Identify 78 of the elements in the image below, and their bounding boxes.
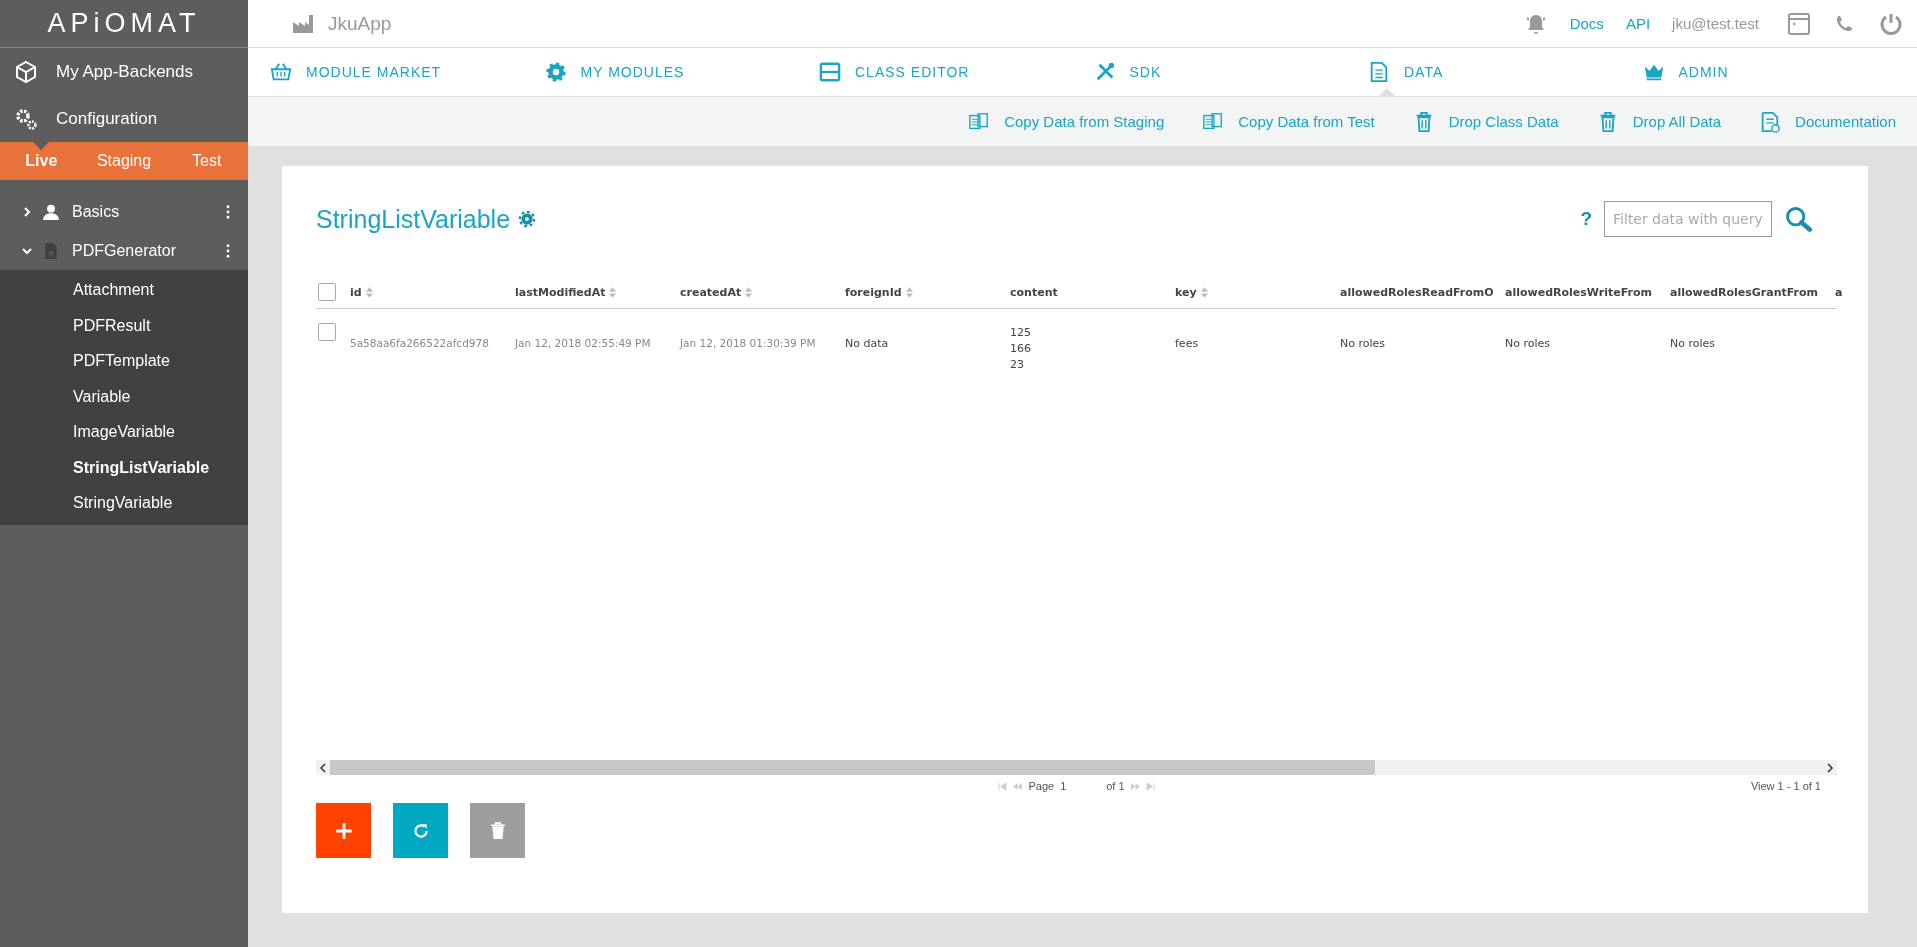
table-cell-text: fees [1175,336,1200,350]
document-icon [1368,61,1390,83]
gear-icon [544,61,567,83]
table-cell-text: No roles [1505,336,1552,350]
column-header[interactable]: a [1835,285,1843,299]
scroll-right-icon[interactable] [1826,762,1834,773]
document-help-icon [1759,110,1782,133]
column-header[interactable]: createdAt [680,285,845,299]
last-page-icon[interactable] [1145,782,1155,790]
class-item[interactable]: PDFResult [0,307,248,343]
page-title: StringListVariable [316,204,511,234]
table-cell-text: Jan 12, 2018 01:30:39 PM [680,336,817,349]
module-item[interactable]: Basics [0,192,248,231]
delete-button[interactable] [470,803,525,858]
power-icon[interactable] [1879,11,1903,36]
search-icon[interactable] [1784,205,1812,233]
person-icon [42,202,60,221]
sidebar-item[interactable]: Configuration [0,95,248,142]
previous-page-icon[interactable] [1013,782,1023,790]
sort-icon[interactable] [745,286,753,298]
refresh-button[interactable] [393,803,448,858]
logo: APiOMAT [0,0,248,48]
cube-icon [14,59,38,84]
row-checkbox[interactable] [318,323,336,341]
app-name: JkuApp [328,12,392,35]
column-header[interactable]: allowedRolesWriteFrom [1505,285,1670,299]
record-count: View 1 - 1 of 1 [1750,780,1821,792]
column-header[interactable]: id [350,285,515,299]
sidebar-item[interactable]: My App-Backends [0,48,248,95]
column-header[interactable]: foreignId [845,285,1010,299]
table-cell-text: 5a58aa6fa266522afcd978 [350,336,490,349]
column-header[interactable]: key [1175,285,1340,299]
sort-icon[interactable] [905,286,913,298]
class-item[interactable]: ImageVariable [0,414,248,450]
gears-icon [14,106,38,131]
sort-icon[interactable] [365,286,373,298]
table-cell-text: No roles [1670,336,1717,350]
refresh-icon [411,821,430,840]
class-item[interactable]: Variable [0,378,248,414]
class-item[interactable]: StringListVariable [0,449,248,485]
terminal-icon[interactable] [1787,11,1811,36]
factory-icon [292,13,316,34]
select-all-checkbox[interactable] [318,283,336,301]
chevron-right-icon[interactable] [22,206,32,217]
class-item[interactable]: Attachment [0,272,248,308]
column-header[interactable]: content [1010,285,1175,299]
basket-icon [270,61,292,83]
user-email: jku@test.test [1672,15,1759,32]
table-cell-text: 125 166 23 [1010,325,1032,373]
chevron-down-icon[interactable] [22,245,32,256]
sort-icon[interactable] [1200,286,1208,298]
more-icon[interactable] [226,243,230,258]
page-total: of 1 [1106,780,1125,792]
help-link[interactable]: ? [1580,208,1592,230]
page-label: Page [1028,780,1055,792]
window-icon [819,61,841,83]
table-cell-text: No data [845,336,890,350]
more-icon[interactable] [226,204,230,219]
filter-field[interactable]: Filter data with query [1604,201,1772,237]
scroll-left-icon[interactable] [319,762,327,773]
first-page-icon[interactable] [998,782,1008,790]
column-header[interactable]: lastModifiedAt [515,285,680,299]
next-page-icon[interactable] [1130,782,1140,790]
scrollbar-thumb[interactable] [330,760,1376,775]
class-item[interactable]: StringVariable [0,485,248,521]
settings-icon[interactable] [518,210,537,228]
module-item[interactable]: PDFGenerator [0,231,248,270]
add-button[interactable] [316,803,371,858]
trash-icon [488,821,507,840]
sort-icon[interactable] [609,286,617,298]
file-lock-icon [42,241,60,260]
table-cell-text: No roles [1340,336,1387,350]
table-cell-text: Jan 12, 2018 02:55:49 PM [515,336,652,349]
column-header[interactable]: allowedRolesReadFromO [1340,285,1505,299]
column-header[interactable]: allowedRolesGrantFrom [1670,285,1835,299]
horizontal-scrollbar[interactable] [316,760,1837,775]
class-item[interactable]: PDFTemplate [0,343,248,379]
plus-icon [334,821,353,840]
